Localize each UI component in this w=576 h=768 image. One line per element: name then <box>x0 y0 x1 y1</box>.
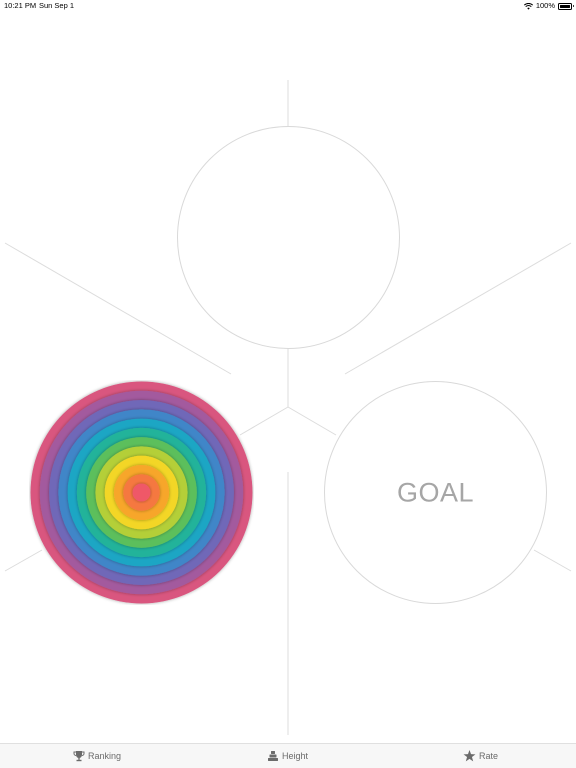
tab-ranking-label: Ranking <box>88 751 122 761</box>
tab-height-label: Height <box>282 751 309 761</box>
game-board: GOAL <box>0 0 576 768</box>
tab-rate-label: Rate <box>479 751 499 761</box>
star-icon <box>463 750 476 762</box>
disc-stack[interactable] <box>29 380 254 605</box>
trophy-icon <box>73 751 85 762</box>
tab-rate[interactable]: Rate <box>463 744 498 768</box>
line-right-lower <box>533 549 572 572</box>
line-center-right <box>287 406 337 436</box>
tab-ranking[interactable]: Ranking <box>73 744 121 768</box>
stack-icon <box>268 751 278 761</box>
goal-slot[interactable]: GOAL <box>324 381 547 604</box>
tab-bar: Ranking Height Rate <box>0 743 576 768</box>
slot-top[interactable] <box>177 126 400 349</box>
disc-stack-graphic <box>30 381 253 604</box>
tab-height[interactable]: Height <box>267 744 308 768</box>
disc-12 <box>132 483 151 502</box>
goal-label: GOAL <box>396 477 475 507</box>
